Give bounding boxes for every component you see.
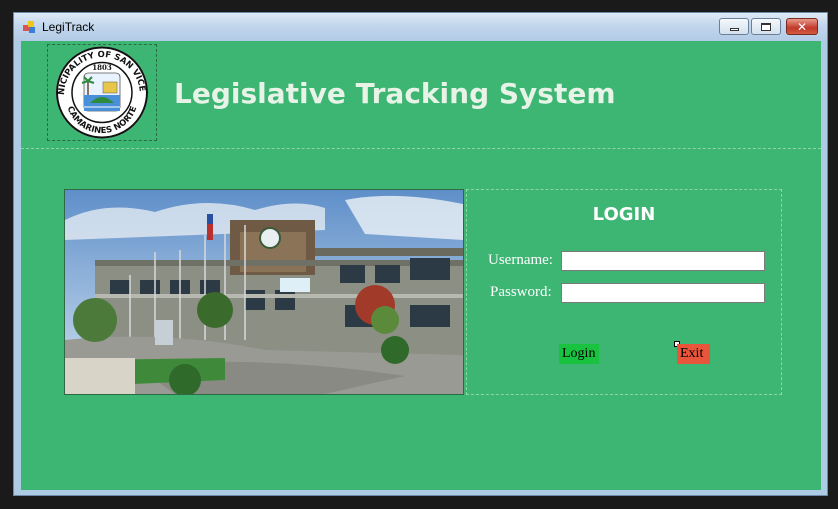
login-heading: LOGIN [592,204,656,225]
close-icon: ✕ [796,19,808,34]
header-panel: MUNICIPALITY OF SAN VICENTE CAMARINES NO… [21,38,821,149]
app-icon [23,21,35,33]
municipal-seal-logo: MUNICIPALITY OF SAN VICENTE CAMARINES NO… [44,38,157,141]
maximize-button[interactable] [751,18,781,35]
app-title: Legislative Tracking System [174,77,616,110]
username-label: Username: [488,252,553,268]
minimize-button[interactable] [719,18,749,35]
app-window: LegiTrack ✕ MUNICI [13,12,828,496]
login-button[interactable]: Login [559,344,599,364]
minimize-icon [729,27,739,31]
maximize-icon [761,22,771,31]
seal-year: 1803 [92,63,112,72]
form-client-area: MUNICIPALITY OF SAN VICENTE CAMARINES NO… [21,38,821,490]
username-input[interactable] [561,251,765,271]
window-title: LegiTrack [42,20,95,34]
login-panel: LOGIN Username: Password: Login Exit [466,189,782,395]
close-button[interactable]: ✕ [786,18,818,35]
title-bar[interactable]: LegiTrack ✕ [14,13,827,41]
password-input[interactable] [561,283,765,303]
municipal-hall-photo [64,189,464,395]
exit-button[interactable]: Exit [677,344,710,364]
password-label: Password: [490,284,552,300]
